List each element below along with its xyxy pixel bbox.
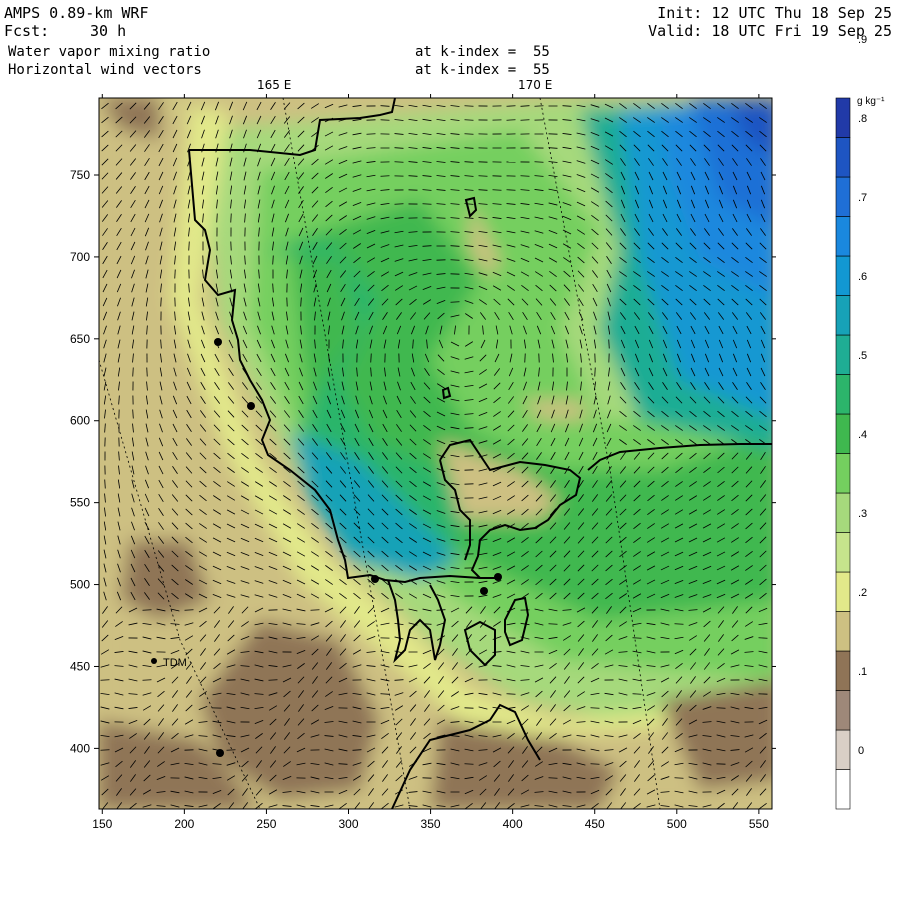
colorbar-unit: g kg⁻¹ xyxy=(857,96,885,107)
colorbar-swatch xyxy=(835,137,851,178)
y-tick-label: 400 xyxy=(70,741,90,755)
colorbar-swatch xyxy=(835,334,851,375)
colorbar-label: .4 xyxy=(858,429,867,441)
x-tick-label: 550 xyxy=(749,817,769,831)
colorbar-swatch xyxy=(835,611,851,652)
station-dot xyxy=(480,587,488,595)
y-tick-label: 600 xyxy=(70,414,90,428)
station-dot xyxy=(247,402,255,410)
colorbar-swatch xyxy=(835,413,851,454)
wind-vector xyxy=(548,623,558,625)
x-tick-label: 400 xyxy=(503,817,523,831)
wind-vector xyxy=(436,217,446,219)
colorbar: 0 .1 .2 .3 .4 .5 .6 .7 .8 .9 xyxy=(835,34,867,810)
station-label-tdm: TDM xyxy=(163,657,187,669)
colorbar-label: .2 xyxy=(858,587,867,599)
wind-vector xyxy=(160,297,162,307)
station-dot xyxy=(371,575,379,583)
colorbar-swatch xyxy=(835,769,851,810)
moisture-field xyxy=(99,98,772,809)
x-tick-label: 150 xyxy=(92,817,112,831)
wind-vector xyxy=(506,105,516,107)
colorbar-swatch xyxy=(835,97,851,138)
wind-vector xyxy=(464,119,474,121)
station-dot xyxy=(216,749,224,757)
colorbar-swatch xyxy=(835,176,851,217)
colorbar-label: 0 xyxy=(858,745,864,757)
colorbar-swatch xyxy=(835,453,851,494)
wind-vector xyxy=(450,259,460,261)
colorbar-label: .9 xyxy=(858,34,867,46)
y-tick-label: 650 xyxy=(70,332,90,346)
wind-vector xyxy=(230,213,232,223)
wind-vector xyxy=(464,763,474,765)
wind-vector xyxy=(268,679,278,681)
wind-vector xyxy=(310,609,320,611)
colorbar-swatch xyxy=(835,532,851,573)
x-tick-label: 300 xyxy=(338,817,358,831)
x-tick-label: 350 xyxy=(421,817,441,831)
colorbar-swatch xyxy=(835,295,851,336)
colorbar-swatch xyxy=(835,650,851,691)
wind-vector xyxy=(226,749,236,751)
y-tick-label: 450 xyxy=(70,659,90,673)
wind-vector xyxy=(608,339,610,349)
wind-vector xyxy=(370,353,372,363)
colorbar-label: .7 xyxy=(858,192,867,204)
wind-vector xyxy=(366,133,376,135)
y-tick-label: 750 xyxy=(70,168,90,182)
colorbar-swatch xyxy=(835,729,851,770)
colorbar-swatch xyxy=(835,374,851,415)
wind-vector xyxy=(464,105,474,107)
wind-vector xyxy=(380,175,390,177)
station-dot xyxy=(494,573,502,581)
colorbar-swatch xyxy=(835,492,851,533)
colorbar-swatch xyxy=(835,571,851,612)
colorbar-swatch xyxy=(835,216,851,257)
colorbar-label: .3 xyxy=(858,508,867,520)
x-tick-label: 500 xyxy=(667,817,687,831)
wind-vector xyxy=(216,213,218,223)
colorbar-swatch xyxy=(835,690,851,731)
x-tick-label: 450 xyxy=(585,817,605,831)
station-dot xyxy=(214,338,222,346)
wind-vector xyxy=(188,241,190,251)
wind-vector xyxy=(492,189,502,191)
colorbar-label: .8 xyxy=(858,113,867,125)
colorbar-label: .6 xyxy=(858,271,867,283)
colorbar-swatch xyxy=(835,255,851,296)
y-tick-label: 500 xyxy=(70,578,90,592)
station-dot-tdm xyxy=(151,658,157,664)
x-tick-label: 250 xyxy=(256,817,276,831)
map-figure: TDM 150 200 250 300 350 400 450 500 550 400 450 500… xyxy=(70,34,885,831)
colorbar-label: .1 xyxy=(858,666,867,678)
wind-vector xyxy=(506,693,516,695)
wind-vector xyxy=(132,367,134,377)
x-tick-label: 200 xyxy=(174,817,194,831)
colorbar-label: .5 xyxy=(858,350,867,362)
y-tick-label: 700 xyxy=(70,250,90,264)
y-tick-label: 550 xyxy=(70,496,90,510)
